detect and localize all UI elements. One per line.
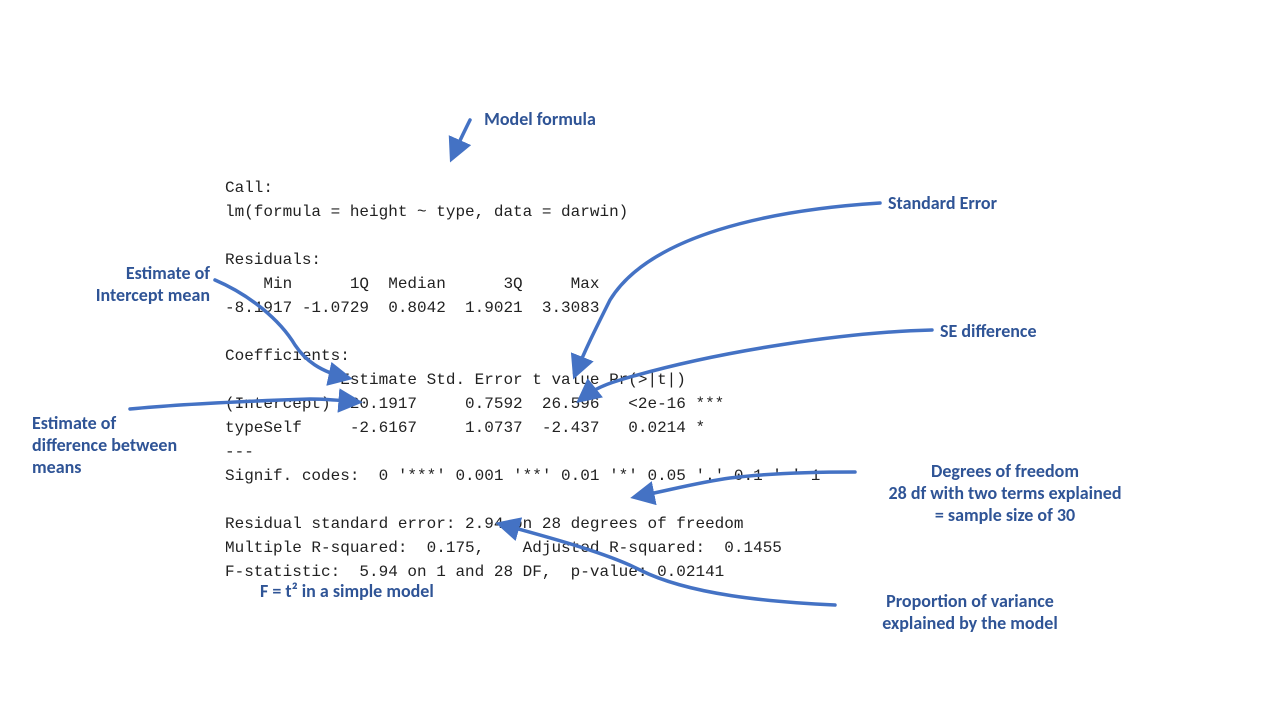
code-line: Call: [225,179,273,197]
diagram-canvas: Call: lm(formula = height ~ type, data =… [0,0,1280,720]
code-line: typeSelf -2.6167 1.0737 -2.437 0.0214 * [225,419,705,437]
label-line: Estimate of [126,262,210,284]
code-line: (Intercept) 20.1917 0.7592 26.596 <2e-16… [225,395,724,413]
code-line: Residuals: [225,251,321,269]
code-line: Signif. codes: 0 '***' 0.001 '**' 0.01 '… [225,467,820,485]
label-diff-means: Estimate of difference between means [32,412,232,478]
label-line: difference between [32,434,177,456]
label-intercept-mean: Estimate of Intercept mean [30,262,210,306]
label-variance-explained: Proportion of variance explained by the … [840,590,1100,634]
label-line: Intercept mean [96,284,210,306]
label-f-equals-t-squared: F = t² in a simple model [260,580,434,602]
code-line: Coefficients: [225,347,350,365]
label-line: = sample size of 30 [935,504,1075,526]
code-line: Residual standard error: 2.94 on 28 degr… [225,515,743,533]
code-line: Multiple R-squared: 0.175, Adjusted R-sq… [225,539,782,557]
label-line: means [32,456,81,478]
label-model-formula: Model formula [450,108,630,130]
code-line: lm(formula = height ~ type, data = darwi… [225,203,628,221]
code-line: Estimate Std. Error t value Pr(>|t|) [225,371,686,389]
label-se-difference: SE difference [940,320,1037,342]
code-line: -8.1917 -1.0729 0.8042 1.9021 3.3083 [225,299,599,317]
label-degrees-of-freedom: Degrees of freedom 28 df with two terms … [855,460,1155,526]
label-line: 28 df with two terms explained [889,482,1122,504]
code-line: F-statistic: 5.94 on 1 and 28 DF, p-valu… [225,563,724,581]
code-line: Min 1Q Median 3Q Max [225,275,599,293]
label-line: Proportion of variance [886,590,1054,612]
label-line: explained by the model [882,612,1058,634]
r-output-block: Call: lm(formula = height ~ type, data =… [225,152,820,608]
label-line: Degrees of freedom [931,460,1079,482]
label-line: Estimate of [32,412,116,434]
label-standard-error: Standard Error [888,192,997,214]
